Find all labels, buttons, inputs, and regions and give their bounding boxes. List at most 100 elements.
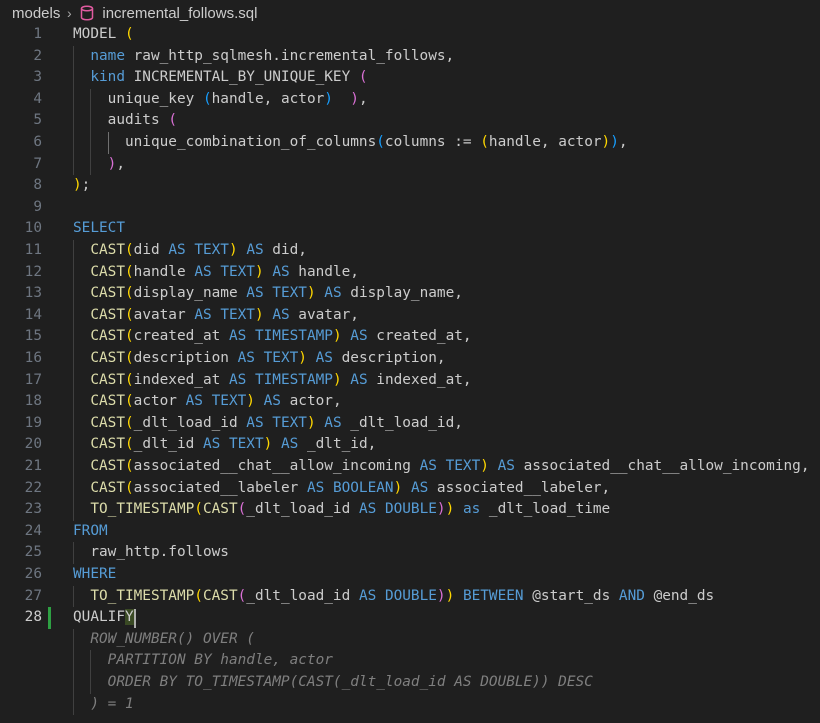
chevron-right-icon: › <box>67 5 72 21</box>
line-number: 2 <box>33 47 42 64</box>
code-text: raw_http.follows <box>73 544 229 561</box>
line-number: 16 <box>24 350 42 366</box>
line-number: 7 <box>33 155 42 172</box>
code-text: CAST(associated__chat__allow_incoming AS… <box>90 458 810 474</box>
code-line[interactable]: 24 FROM <box>0 521 820 543</box>
code-line[interactable]: 3 kind INCREMENTAL_BY_UNIQUE_KEY ( <box>0 67 820 89</box>
code-line[interactable]: 11 CAST(did AS TEXT) AS did, <box>0 240 820 262</box>
code-text: CAST(indexed_at AS TIMESTAMP) AS indexed… <box>90 371 472 388</box>
code-text: CAST(created_at AS TIMESTAMP) AS created… <box>90 328 472 345</box>
code-line[interactable]: 26 WHERE <box>0 564 820 586</box>
ghost-text: ROW_NUMBER() OVER ( <box>73 630 255 647</box>
code-text: kind INCREMENTAL_BY_UNIQUE_KEY ( <box>90 69 368 86</box>
code-text: CAST(actor AS TEXT) AS actor, <box>90 393 342 410</box>
indent-guide <box>107 132 109 154</box>
code-line[interactable]: 4 unique_key (handle, actor) ), <box>0 89 820 111</box>
ghost-suggestion-line[interactable]: ROW_NUMBER() OVER ( <box>0 629 820 651</box>
code-line[interactable]: 28 QUALIFY <box>0 607 820 629</box>
breadcrumb: models › incremental_follows.sql <box>0 0 820 26</box>
line-number: 18 <box>24 393 42 410</box>
line-number: 6 <box>33 134 42 150</box>
code-line[interactable]: 9 <box>0 197 820 219</box>
ghost-suggestion-line[interactable]: ORDER BY TO_TIMESTAMP(CAST(_dlt_load_id … <box>0 672 820 694</box>
line-number: 15 <box>24 328 42 345</box>
line-number: 11 <box>24 242 42 258</box>
code-line[interactable]: 13 CAST(display_name AS TEXT) AS display… <box>0 283 820 305</box>
database-icon <box>81 5 94 21</box>
code-text: unique_combination_of_columns(columns :=… <box>73 134 628 150</box>
indent-guide <box>73 628 74 716</box>
code-text: TO_TIMESTAMP(CAST(_dlt_load_id AS DOUBLE… <box>90 587 715 604</box>
indent-guide <box>73 542 74 564</box>
code-line[interactable]: 20 CAST(_dlt_id AS TEXT) AS _dlt_id, <box>0 434 820 456</box>
code-line[interactable]: 18 CAST(actor AS TEXT) AS actor, <box>0 391 820 413</box>
line-number: 9 <box>33 198 42 215</box>
line-number: 28 <box>24 609 42 626</box>
line-number: 17 <box>24 371 42 388</box>
code-text: SELECT <box>73 220 125 237</box>
code-text: audits ( <box>73 112 177 129</box>
line-number: 19 <box>24 414 42 431</box>
line-number: 1 <box>33 26 42 42</box>
code-text: CAST(display_name AS TEXT) AS display_na… <box>90 285 463 302</box>
ghost-text: ) = 1 <box>73 695 134 712</box>
code-line[interactable]: 17 CAST(indexed_at AS TIMESTAMP) AS inde… <box>0 370 820 392</box>
code-line[interactable]: 27 TO_TIMESTAMP(CAST(_dlt_load_id AS DOU… <box>0 586 820 608</box>
code-line[interactable]: 8); <box>0 175 820 197</box>
line-number: 13 <box>24 285 42 302</box>
code-text: CAST(associated__labeler AS BOOLEAN) AS … <box>90 479 611 496</box>
code-line[interactable]: 7 ), <box>0 154 820 176</box>
code-text: unique_key (handle, actor) ), <box>73 90 368 107</box>
indent-guide <box>73 45 74 176</box>
code-line[interactable]: 15 CAST(created_at AS TIMESTAMP) AS crea… <box>0 326 820 348</box>
line-number: 20 <box>24 436 42 453</box>
line-number: 5 <box>33 112 42 129</box>
code-line[interactable]: 5 audits ( <box>0 110 820 132</box>
indent-guide <box>90 650 92 694</box>
code-line[interactable]: 10 SELECT <box>0 218 820 240</box>
code-line[interactable]: 21 CAST(associated__chat__allow_incoming… <box>0 456 820 478</box>
code-line[interactable]: 19 CAST(_dlt_load_id AS TEXT) AS _dlt_lo… <box>0 413 820 435</box>
code-text: MODEL ( <box>73 26 134 42</box>
modified-line-indicator <box>48 607 51 629</box>
line-number: 26 <box>24 566 42 582</box>
code-text: CAST(avatar AS TEXT) AS avatar, <box>90 306 359 323</box>
code-text: ), <box>107 155 125 172</box>
ghost-text: PARTITION BY handle, actor <box>73 652 333 669</box>
code-line[interactable]: 22 CAST(associated__labeler AS BOOLEAN) … <box>0 478 820 500</box>
code-text: name raw_http_sqlmesh.incremental_follow… <box>90 47 455 64</box>
indent-guide <box>73 240 74 521</box>
code-line[interactable]: 6 unique_combination_of_columns(columns … <box>0 132 820 154</box>
indent-guide <box>73 585 74 608</box>
code-line[interactable]: 1 MODEL ( <box>0 24 820 46</box>
code-text: CAST(_dlt_load_id AS TEXT) AS _dlt_load_… <box>90 414 463 431</box>
code-line[interactable]: 2 name raw_http_sqlmesh.incremental_foll… <box>0 46 820 68</box>
line-number: 27 <box>24 587 42 604</box>
code-line[interactable]: 14 CAST(avatar AS TEXT) AS avatar, <box>0 305 820 327</box>
line-number: 8 <box>33 177 42 194</box>
ghost-suggestion-line[interactable]: PARTITION BY handle, actor <box>0 650 820 672</box>
breadcrumb-file[interactable]: incremental_follows.sql <box>102 5 257 22</box>
code-text: CAST(_dlt_id AS TEXT) AS _dlt_id, <box>90 436 377 453</box>
text-cursor <box>133 608 136 628</box>
code-line[interactable]: 12 CAST(handle AS TEXT) AS handle, <box>0 262 820 284</box>
code-text: CAST(handle AS TEXT) AS handle, <box>90 263 359 280</box>
line-number: 12 <box>24 263 42 280</box>
breadcrumb-folder[interactable]: models <box>12 5 60 22</box>
code-text: CAST(description AS TEXT) AS description… <box>90 350 446 366</box>
code-line[interactable]: 16 CAST(description AS TEXT) AS descript… <box>0 348 820 370</box>
code-text: ); <box>73 177 91 194</box>
line-number: 14 <box>24 306 42 323</box>
code-line[interactable]: 25 raw_http.follows <box>0 542 820 564</box>
code-text: CAST(did AS TEXT) AS did, <box>90 242 307 258</box>
code-line[interactable]: 23 TO_TIMESTAMP(CAST(_dlt_load_id AS DOU… <box>0 499 820 521</box>
line-number: 24 <box>24 522 42 539</box>
line-number: 10 <box>24 220 42 237</box>
code-editor[interactable]: 1 MODEL ( 2 name raw_http_sqlmesh.incremen… <box>0 24 820 723</box>
code-text: TO_TIMESTAMP(CAST(_dlt_load_id AS DOUBLE… <box>90 501 611 518</box>
ghost-text: ORDER BY TO_TIMESTAMP(CAST(_dlt_load_id … <box>73 674 593 690</box>
line-number: 25 <box>24 544 42 561</box>
code-text: WHERE <box>73 566 117 582</box>
ghost-suggestion-line[interactable]: ) = 1 <box>0 694 820 716</box>
indent-guide <box>90 88 92 176</box>
